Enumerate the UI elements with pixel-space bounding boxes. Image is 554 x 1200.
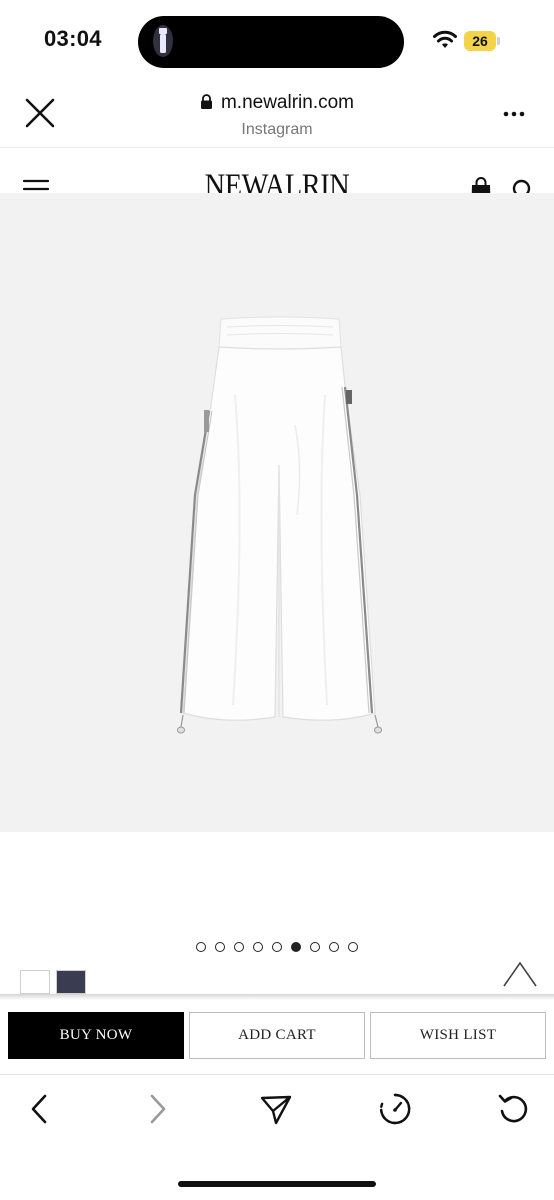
pants-image — [177, 316, 382, 734]
back-icon[interactable] — [22, 1092, 56, 1126]
swatch-navy[interactable] — [56, 970, 86, 994]
status-time: 03:04 — [44, 26, 102, 51]
dynamic-island — [138, 16, 404, 68]
url-bar[interactable]: m.newalrin.com — [0, 92, 554, 114]
source-app: Instagram — [241, 121, 313, 138]
url-text: m.newalrin.com — [220, 92, 355, 113]
add-cart-button[interactable]: ADD CART — [189, 1012, 365, 1059]
toolbar-divider — [0, 1074, 554, 1075]
lock-icon — [200, 94, 212, 109]
reload-icon[interactable] — [497, 1092, 531, 1126]
action-bar-shadow — [0, 994, 554, 1000]
scroll-top-icon[interactable] — [502, 960, 538, 988]
carousel-dot[interactable] — [272, 942, 282, 952]
speed-icon[interactable] — [378, 1092, 412, 1126]
carousel-dot[interactable] — [253, 942, 263, 952]
flashlight-icon — [153, 25, 173, 57]
share-icon[interactable] — [259, 1092, 293, 1126]
home-indicator — [178, 1181, 376, 1187]
carousel-dot[interactable] — [196, 942, 206, 952]
more-icon[interactable] — [500, 104, 530, 124]
carousel-dot[interactable] — [348, 942, 358, 952]
battery-cap — [497, 37, 500, 45]
buy-now-button[interactable]: BUY NOW — [8, 1012, 184, 1059]
forward-icon[interactable] — [141, 1092, 175, 1126]
carousel-dot[interactable] — [215, 942, 225, 952]
carousel-dot[interactable] — [234, 942, 244, 952]
carousel-dot[interactable] — [329, 942, 339, 952]
wifi-icon — [433, 30, 457, 48]
swatch-white[interactable] — [20, 970, 50, 994]
carousel-dot[interactable] — [291, 942, 301, 952]
carousel-dot[interactable] — [310, 942, 320, 952]
header-divider — [0, 147, 554, 148]
battery-indicator: 26 — [464, 31, 496, 51]
wish-list-button[interactable]: WISH LIST — [370, 1012, 546, 1059]
carousel-dots — [0, 942, 554, 952]
